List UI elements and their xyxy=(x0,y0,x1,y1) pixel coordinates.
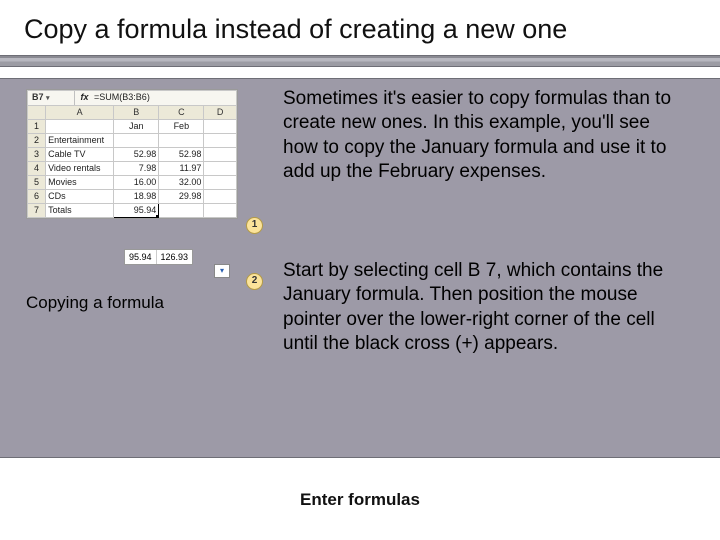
cell: 16.00 xyxy=(114,176,159,190)
cell xyxy=(46,120,114,134)
formula-bar: B7 ▾ fx =SUM(B3:B6) xyxy=(28,91,237,106)
cell: 52.98 xyxy=(114,148,159,162)
cell xyxy=(204,190,237,204)
table-row: 1 Jan Feb xyxy=(28,120,237,134)
cell: Feb xyxy=(159,120,204,134)
selected-cell: 95.94 xyxy=(114,204,159,218)
col-b-header: B xyxy=(114,106,159,120)
cell: Jan xyxy=(114,120,159,134)
paragraph-2: Start by selecting cell B 7, which conta… xyxy=(283,259,690,356)
title-wrap: Copy a formula instead of creating a new… xyxy=(24,14,696,45)
cell: 29.98 xyxy=(159,190,204,204)
row-header: 2 xyxy=(28,134,46,148)
col-c-header: C xyxy=(159,106,204,120)
cell: 18.98 xyxy=(114,190,159,204)
corner-cell xyxy=(28,106,46,120)
callout-1: 1 xyxy=(246,217,263,234)
cell: 52.98 xyxy=(159,148,204,162)
name-box: B7 ▾ xyxy=(30,91,75,105)
row-header: 6 xyxy=(28,190,46,204)
cell: CDs xyxy=(46,190,114,204)
formula-bar-cell: B7 ▾ fx =SUM(B3:B6) xyxy=(28,91,237,106)
cell: Video rentals xyxy=(46,162,114,176)
table-row: 2 Entertainment xyxy=(28,134,237,148)
row-header: 4 xyxy=(28,162,46,176)
table-row: 4 Video rentals 7.98 11.97 xyxy=(28,162,237,176)
cell xyxy=(204,162,237,176)
row-header: 3 xyxy=(28,148,46,162)
left-column: B7 ▾ fx =SUM(B3:B6) A B C D xyxy=(26,89,254,219)
autofill-result-bar: 95.94 126.93 xyxy=(124,249,193,265)
fx-icon: fx xyxy=(78,92,92,102)
row-header: 7 xyxy=(28,204,46,218)
name-box-value: B7 xyxy=(32,92,44,102)
cell xyxy=(204,134,237,148)
row-header: 1 xyxy=(28,120,46,134)
image-caption: Copying a formula xyxy=(26,293,254,313)
cell: Totals xyxy=(46,204,114,218)
title-underline xyxy=(0,55,720,67)
cell xyxy=(204,204,237,218)
formula-text: =SUM(B3:B6) xyxy=(94,92,150,102)
autofill-options-icon: ▾ xyxy=(214,264,230,278)
callout-2: 2 xyxy=(246,273,263,290)
table-row: 3 Cable TV 52.98 52.98 xyxy=(28,148,237,162)
cell: Cable TV xyxy=(46,148,114,162)
cell: Movies xyxy=(46,176,114,190)
float-value: 95.94 xyxy=(125,250,157,264)
col-d-header: D xyxy=(204,106,237,120)
table-row: 5 Movies 16.00 32.00 xyxy=(28,176,237,190)
cell: 7.98 xyxy=(114,162,159,176)
row-header: 5 xyxy=(28,176,46,190)
col-a-header: A xyxy=(46,106,114,120)
spreadsheet-table: B7 ▾ fx =SUM(B3:B6) A B C D xyxy=(27,90,237,218)
cell: 11.97 xyxy=(159,162,204,176)
cell xyxy=(159,204,204,218)
slide: Copy a formula instead of creating a new… xyxy=(0,0,720,540)
chevron-down-icon: ▾ xyxy=(46,95,50,102)
table-row: 7 Totals 95.94 xyxy=(28,204,237,218)
slide-footer: Enter formulas xyxy=(0,490,720,510)
cell: 32.00 xyxy=(159,176,204,190)
paragraph-1: Sometimes it's easier to copy formulas t… xyxy=(283,87,690,184)
table-row: 6 CDs 18.98 29.98 xyxy=(28,190,237,204)
spreadsheet-image: B7 ▾ fx =SUM(B3:B6) A B C D xyxy=(26,89,238,219)
cell xyxy=(204,176,237,190)
content-band: B7 ▾ fx =SUM(B3:B6) A B C D xyxy=(0,78,720,458)
float-value: 126.93 xyxy=(157,250,193,264)
cell xyxy=(114,134,159,148)
slide-title: Copy a formula instead of creating a new… xyxy=(24,14,696,45)
cell xyxy=(204,120,237,134)
cell xyxy=(159,134,204,148)
column-headers: A B C D xyxy=(28,106,237,120)
cell xyxy=(204,148,237,162)
cell: Entertainment xyxy=(46,134,114,148)
